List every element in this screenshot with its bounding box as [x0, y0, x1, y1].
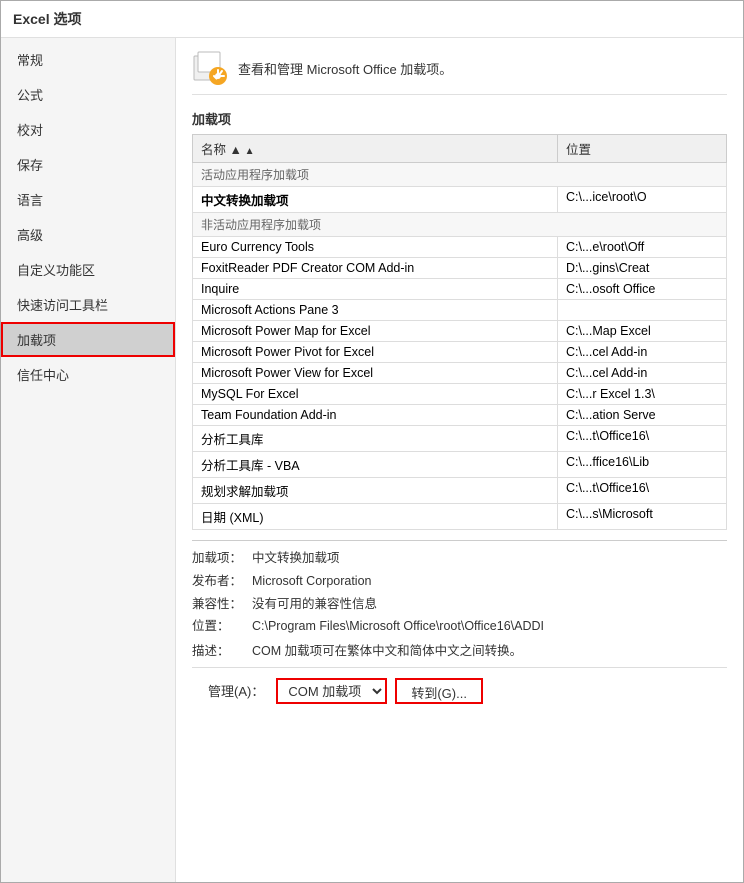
addin-location-cell: C:\...cel Add-in	[557, 342, 726, 363]
addin-name-cell: Microsoft Power Map for Excel	[193, 321, 558, 342]
sidebar-item-save[interactable]: 保存	[1, 147, 175, 182]
addin-location-cell: C:\...s\Microsoft	[557, 504, 726, 530]
goto-button[interactable]: 转到(G)...	[395, 678, 483, 704]
sidebar-item-addins[interactable]: 加载项	[1, 322, 175, 357]
addin-location-cell: C:\...osoft Office	[557, 279, 726, 300]
publisher-detail-value: Microsoft Corporation	[252, 572, 727, 591]
table-row[interactable]: 规划求解加载项C:\...t\Office16\	[193, 478, 727, 504]
table-row[interactable]: Team Foundation Add-inC:\...ation Serve	[193, 405, 727, 426]
addin-location-cell: C:\...Map Excel	[557, 321, 726, 342]
table-row[interactable]: InquireC:\...osoft Office	[193, 279, 727, 300]
addin-name-cell: Microsoft Power Pivot for Excel	[193, 342, 558, 363]
manage-select[interactable]: COM 加载项 Excel 加载项 禁用的项目	[276, 678, 387, 704]
location-detail-value: C:\Program Files\Microsoft Office\root\O…	[252, 617, 727, 636]
addin-location-cell: C:\...ice\root\O	[557, 187, 726, 213]
sidebar-item-quick-access[interactable]: 快速访问工具栏	[1, 287, 175, 322]
sidebar-item-trust-center[interactable]: 信任中心	[1, 357, 175, 392]
addin-location-cell: C:\...ation Serve	[557, 405, 726, 426]
addin-location-cell: C:\...t\Office16\	[557, 478, 726, 504]
bottom-bar: 管理(A)： COM 加载项 Excel 加载项 禁用的项目 转到(G)...	[192, 667, 727, 714]
table-row[interactable]: 分析工具库 - VBAC:\...ffice16\Lib	[193, 452, 727, 478]
addin-location-cell: C:\...r Excel 1.3\	[557, 384, 726, 405]
table-header-row: 名称 ▲ 位置	[193, 135, 727, 163]
desc-detail-value: COM 加载项可在繁体中文和简体中文之间转换。	[252, 642, 727, 661]
addin-name-cell: 规划求解加载项	[193, 478, 558, 504]
main-content: 查看和管理 Microsoft Office 加载项。 加载项 名称 ▲ 位置 …	[176, 38, 743, 882]
col-name[interactable]: 名称 ▲	[193, 135, 558, 163]
addin-location-cell: C:\...e\root\Off	[557, 237, 726, 258]
compat-detail-label: 兼容性：	[192, 595, 252, 614]
addin-location-cell: D:\...gins\Creat	[557, 258, 726, 279]
location-detail-label: 位置：	[192, 617, 252, 636]
addin-detail-value: 中文转换加载项	[252, 549, 727, 568]
addin-name-cell: Microsoft Actions Pane 3	[193, 300, 558, 321]
publisher-detail-label: 发布者：	[192, 572, 252, 591]
addin-name-cell: Team Foundation Add-in	[193, 405, 558, 426]
sidebar-item-formula[interactable]: 公式	[1, 77, 175, 112]
sidebar-item-general[interactable]: 常规	[1, 42, 175, 77]
addin-name-cell: Microsoft Power View for Excel	[193, 363, 558, 384]
addin-name-cell: Inquire	[193, 279, 558, 300]
addin-name-cell: 分析工具库 - VBA	[193, 452, 558, 478]
addin-location-cell: C:\...cel Add-in	[557, 363, 726, 384]
detail-description: 描述： COM 加载项可在繁体中文和简体中文之间转换。	[192, 642, 727, 661]
group-header-row: 非活动应用程序加载项	[193, 213, 727, 237]
addin-name-cell: 分析工具库	[193, 426, 558, 452]
manage-label: 管理(A)：	[208, 681, 264, 700]
title-text: Excel 选项	[13, 11, 81, 27]
addin-name-cell: Euro Currency Tools	[193, 237, 558, 258]
details-panel: 加载项： 中文转换加载项 发布者： Microsoft Corporation …	[192, 540, 727, 661]
detail-publisher: 发布者： Microsoft Corporation	[192, 572, 727, 591]
detail-compatibility: 兼容性： 没有可用的兼容性信息	[192, 595, 727, 614]
dialog-body: 常规公式校对保存语言高级自定义功能区快速访问工具栏加载项信任中心 查看和管理 M…	[1, 38, 743, 882]
addin-location-cell: C:\...t\Office16\	[557, 426, 726, 452]
addin-table: 名称 ▲ 位置 活动应用程序加载项中文转换加载项C:\...ice\root\O…	[192, 134, 727, 530]
sidebar-item-proofing[interactable]: 校对	[1, 112, 175, 147]
table-row[interactable]: Microsoft Power Map for ExcelC:\...Map E…	[193, 321, 727, 342]
table-row[interactable]: 日期 (XML)C:\...s\Microsoft	[193, 504, 727, 530]
sidebar: 常规公式校对保存语言高级自定义功能区快速访问工具栏加载项信任中心	[1, 38, 176, 882]
table-row[interactable]: Microsoft Power Pivot for ExcelC:\...cel…	[193, 342, 727, 363]
addin-icon	[192, 50, 228, 86]
sidebar-item-language[interactable]: 语言	[1, 182, 175, 217]
addin-location-cell: C:\...ffice16\Lib	[557, 452, 726, 478]
table-row[interactable]: Euro Currency ToolsC:\...e\root\Off	[193, 237, 727, 258]
addin-name-cell: 日期 (XML)	[193, 504, 558, 530]
sidebar-item-customize-ribbon[interactable]: 自定义功能区	[1, 252, 175, 287]
table-row[interactable]: Microsoft Actions Pane 3	[193, 300, 727, 321]
table-row[interactable]: MySQL For ExcelC:\...r Excel 1.3\	[193, 384, 727, 405]
section-header-text: 查看和管理 Microsoft Office 加载项。	[238, 59, 452, 78]
detail-addin: 加载项： 中文转换加载项	[192, 549, 727, 568]
excel-options-dialog: Excel 选项 常规公式校对保存语言高级自定义功能区快速访问工具栏加载项信任中…	[0, 0, 744, 883]
compat-detail-value: 没有可用的兼容性信息	[252, 595, 727, 614]
desc-detail-label: 描述：	[192, 642, 252, 661]
group-header-row: 活动应用程序加载项	[193, 163, 727, 187]
dialog-title: Excel 选项	[1, 1, 743, 38]
sidebar-item-advanced[interactable]: 高级	[1, 217, 175, 252]
table-row[interactable]: 中文转换加载项C:\...ice\root\O	[193, 187, 727, 213]
addin-detail-label: 加载项：	[192, 549, 252, 568]
table-row[interactable]: Microsoft Power View for ExcelC:\...cel …	[193, 363, 727, 384]
detail-location: 位置： C:\Program Files\Microsoft Office\ro…	[192, 617, 727, 636]
addin-name-cell: MySQL For Excel	[193, 384, 558, 405]
addin-location-cell	[557, 300, 726, 321]
addin-name-cell: 中文转换加载项	[193, 187, 558, 213]
table-row[interactable]: 分析工具库C:\...t\Office16\	[193, 426, 727, 452]
table-row[interactable]: FoxitReader PDF Creator COM Add-inD:\...…	[193, 258, 727, 279]
addin-section-label: 加载项	[192, 109, 727, 128]
addin-name-cell: FoxitReader PDF Creator COM Add-in	[193, 258, 558, 279]
col-location: 位置	[557, 135, 726, 163]
section-header: 查看和管理 Microsoft Office 加载项。	[192, 50, 727, 95]
